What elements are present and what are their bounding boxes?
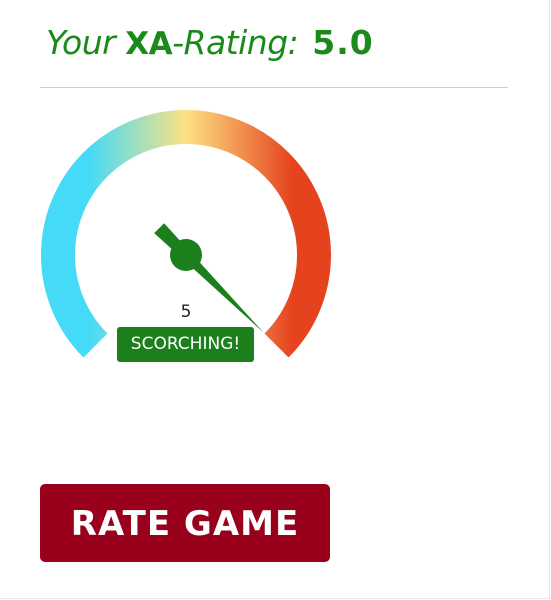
title-suffix: -Rating: [172, 23, 299, 62]
gauge-status-badge: SCORCHING! [117, 327, 254, 362]
title-brand: XA [125, 26, 173, 62]
gauge-needle [154, 223, 264, 333]
gauge-value: 5 [180, 302, 192, 322]
gauge-hub [170, 239, 202, 271]
rating-score: 5.0 [312, 23, 374, 62]
rating-card: Your XA-Rating: 5.0 5 SCORCHING! RATE GA… [0, 0, 550, 599]
rating-title: Your XA-Rating: 5.0 [46, 20, 374, 67]
title-prefix: Your [46, 23, 126, 62]
rate-game-button[interactable]: RATE GAME [40, 484, 330, 562]
divider [40, 87, 508, 88]
